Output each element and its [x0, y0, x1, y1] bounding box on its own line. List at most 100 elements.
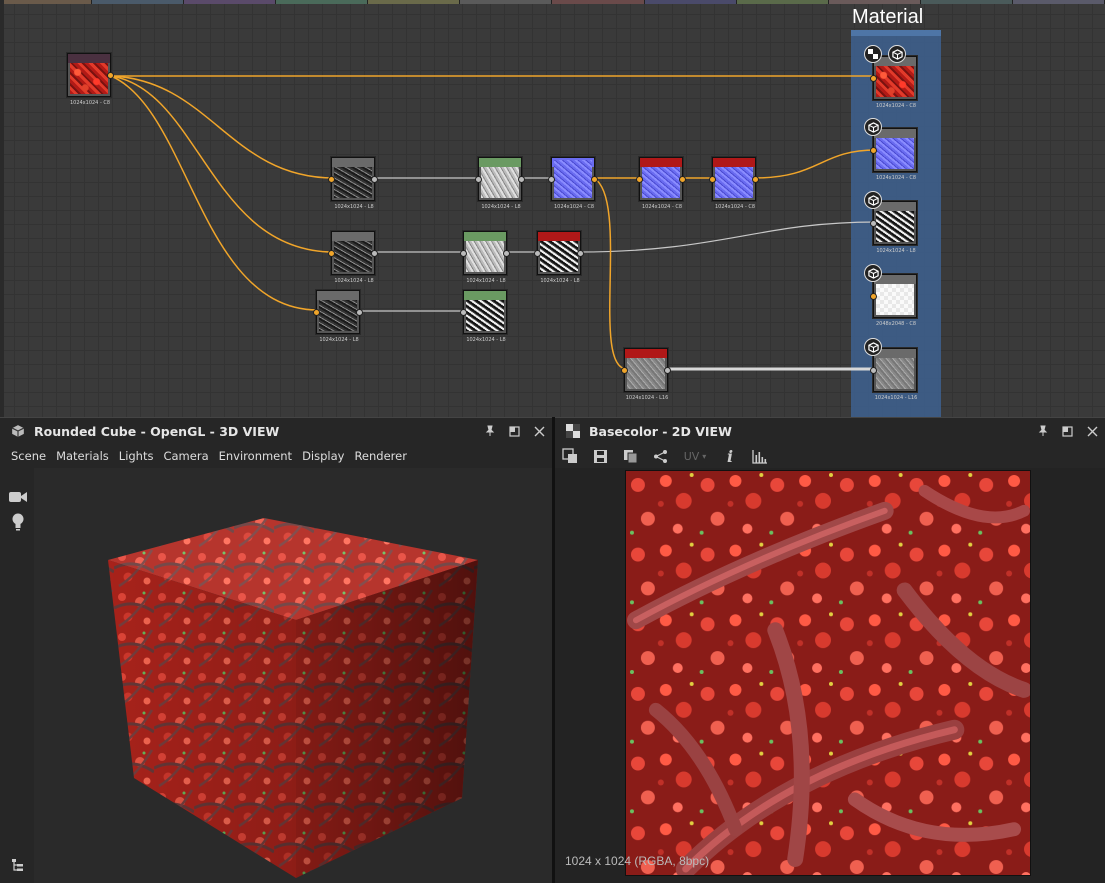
output-port[interactable] — [371, 250, 378, 257]
graph-node[interactable]: 1024x1024 - C8 — [548, 157, 598, 210]
save-icon[interactable] — [591, 447, 609, 465]
input-port[interactable] — [534, 250, 541, 257]
maximize-icon[interactable] — [508, 425, 521, 438]
cube-icon[interactable] — [864, 118, 882, 136]
panel-title: Rounded Cube - OpenGL - 3D VIEW — [34, 423, 280, 439]
graph-node[interactable]: 1024x1024 - L8 — [460, 231, 510, 284]
input-port[interactable] — [313, 309, 320, 316]
graph-node[interactable]: 1024x1024 - L8 — [328, 231, 378, 284]
share-icon[interactable] — [651, 447, 669, 465]
menu-scene[interactable]: Scene — [11, 449, 46, 463]
graph-node[interactable]: 1024x1024 - L8 — [313, 290, 363, 343]
info-icon[interactable]: i — [721, 447, 739, 466]
node-caption: 1024x1024 - L8 — [334, 204, 374, 210]
graph-node[interactable]: 1024x1024 - C8 — [67, 53, 114, 106]
wire — [578, 221, 877, 253]
fit-view-icon[interactable] — [561, 447, 579, 465]
graph-node[interactable]: 1024x1024 - L8 — [534, 231, 584, 284]
checker-icon[interactable] — [864, 45, 882, 63]
graph-node[interactable]: 1024x1024 - L8 — [460, 290, 507, 343]
output-port[interactable] — [752, 176, 759, 183]
output-port[interactable] — [356, 309, 363, 316]
close-icon[interactable] — [1086, 425, 1099, 438]
2d-viewport[interactable]: 1024 x 1024 (RGBA, 8bpc) — [555, 468, 1105, 883]
menu-environment[interactable]: Environment — [219, 449, 292, 463]
input-port[interactable] — [460, 309, 467, 316]
wire — [110, 75, 335, 179]
close-icon[interactable] — [533, 425, 546, 438]
input-port[interactable] — [870, 75, 877, 82]
output-node-roughness[interactable]: 1024x1024 - L16 — [870, 348, 917, 401]
output-port[interactable] — [371, 176, 378, 183]
output-port[interactable] — [518, 176, 525, 183]
node-thumbnail — [334, 167, 372, 198]
output-node-height[interactable]: 1024x1024 - L8 — [870, 201, 917, 254]
menu-lights[interactable]: Lights — [119, 449, 154, 463]
input-port[interactable] — [548, 176, 555, 183]
output-port[interactable] — [591, 176, 598, 183]
input-port[interactable] — [870, 220, 877, 227]
input-port[interactable] — [870, 293, 877, 300]
output-port[interactable] — [679, 176, 686, 183]
node-thumbnail — [319, 300, 357, 331]
input-port[interactable] — [636, 176, 643, 183]
output-node-white[interactable]: 2048x2048 - C8 — [870, 274, 917, 327]
menu-materials[interactable]: Materials — [56, 449, 109, 463]
panel-title-bar: Basecolor - 2D VIEW — [555, 418, 1105, 444]
node-thumbnail — [334, 241, 372, 272]
basecolor-texture — [625, 470, 1031, 876]
node-caption: 1024x1024 - L8 — [319, 337, 359, 343]
graph-node[interactable]: 1024x1024 - L8 — [328, 157, 378, 210]
hierarchy-icon[interactable] — [9, 856, 27, 874]
node-thumbnail — [876, 358, 914, 389]
graph-node[interactable]: 1024x1024 - L16 — [621, 348, 671, 401]
node-thumbnail — [466, 241, 504, 272]
uv-dropdown[interactable]: UV ▾ — [681, 447, 709, 465]
cube-icon[interactable] — [888, 45, 906, 63]
menu-display[interactable]: Display — [302, 449, 344, 463]
input-port[interactable] — [709, 176, 716, 183]
node-graph[interactable]: Material 1024x1024 - C8 1024x1024 - L8 1… — [0, 0, 1105, 417]
graph-node[interactable]: 1024x1024 - C8 — [636, 157, 686, 210]
output-port[interactable] — [503, 250, 510, 257]
cube-icon[interactable] — [864, 191, 882, 209]
graph-node[interactable]: 1024x1024 - C8 — [709, 157, 759, 210]
camera-icon[interactable] — [9, 488, 27, 506]
node-thumbnail — [540, 241, 578, 272]
node-caption: 1024x1024 - L8 — [334, 278, 374, 284]
input-port[interactable] — [460, 250, 467, 257]
light-bulb-icon[interactable] — [9, 513, 27, 531]
node-caption: 1024x1024 - C8 — [553, 204, 595, 210]
graph-node[interactable]: 1024x1024 - L8 — [475, 157, 525, 210]
cube-icon[interactable] — [864, 264, 882, 282]
copy-icon[interactable] — [621, 447, 639, 465]
input-port[interactable] — [328, 176, 335, 183]
node-thumbnail — [876, 138, 914, 169]
input-port[interactable] — [870, 367, 877, 374]
node-thumbnail — [876, 211, 914, 242]
histogram-icon[interactable] — [751, 447, 769, 465]
menu-camera[interactable]: Camera — [163, 449, 208, 463]
input-port[interactable] — [475, 176, 482, 183]
node-caption: 1024x1024 - C8 — [875, 103, 917, 109]
pin-icon[interactable] — [1036, 425, 1049, 438]
3d-menu-bar: Scene Materials Lights Camera Environmen… — [0, 444, 552, 468]
input-port[interactable] — [328, 250, 335, 257]
node-thumbnail — [466, 300, 504, 331]
cube-icon[interactable] — [864, 338, 882, 356]
3d-view-panel: Rounded Cube - OpenGL - 3D VIEW Scene Ma… — [0, 417, 552, 883]
menu-renderer[interactable]: Renderer — [354, 449, 407, 463]
output-port[interactable] — [577, 250, 584, 257]
3d-viewport[interactable] — [34, 468, 552, 883]
pin-icon[interactable] — [483, 425, 496, 438]
input-port[interactable] — [621, 367, 628, 374]
maximize-icon[interactable] — [1061, 425, 1074, 438]
node-thumbnail — [876, 284, 914, 315]
output-port[interactable] — [107, 72, 114, 79]
panel-title-bar: Rounded Cube - OpenGL - 3D VIEW — [0, 418, 552, 444]
output-port[interactable] — [664, 367, 671, 374]
output-node-normal[interactable]: 1024x1024 - C8 — [870, 128, 917, 181]
input-port[interactable] — [870, 147, 877, 154]
node-thumbnail — [876, 66, 914, 97]
node-thumbnail — [70, 63, 108, 94]
